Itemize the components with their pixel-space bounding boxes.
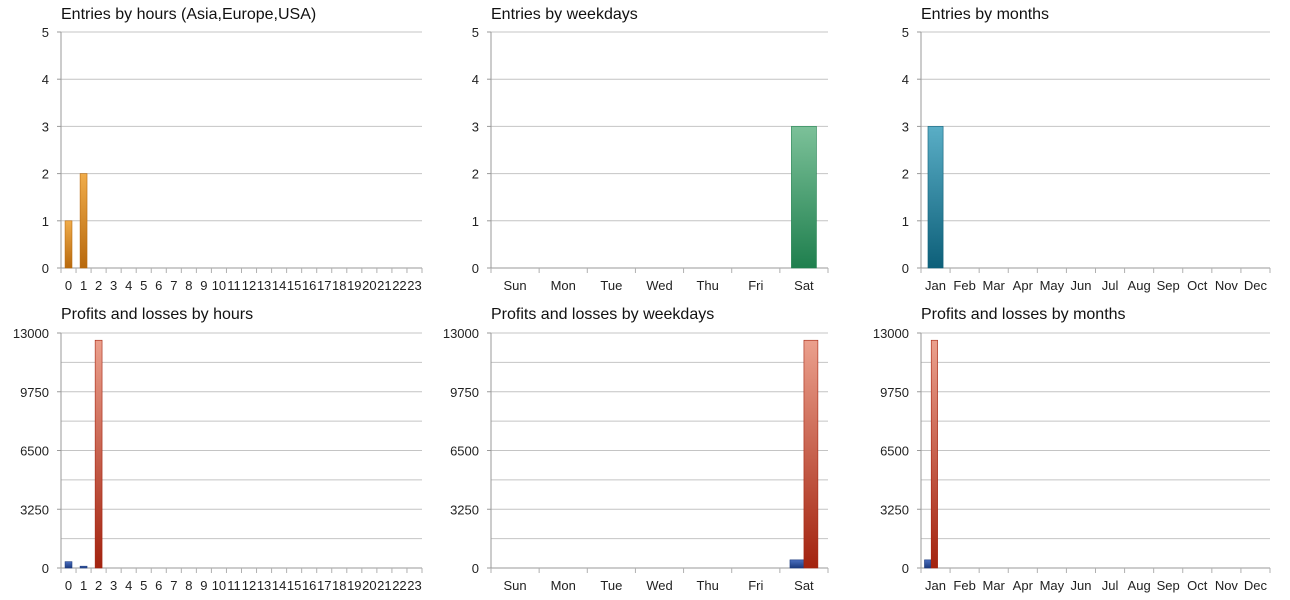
x-tick-label: Apr: [1013, 578, 1034, 593]
y-tick-label: 3250: [880, 502, 909, 517]
x-tick-label: Sep: [1157, 578, 1180, 593]
x-tick-label: May: [1040, 578, 1065, 593]
y-tick-label: 6500: [880, 444, 909, 459]
y-tick-label: 0: [902, 561, 909, 576]
x-tick-label: Jan: [925, 578, 946, 593]
y-tick-label: 13000: [873, 326, 909, 341]
x-tick-label: Oct: [1187, 578, 1208, 593]
x-tick-label: Aug: [1128, 578, 1151, 593]
x-tick-label: Nov: [1215, 578, 1239, 593]
y-tick-label: 9750: [880, 385, 909, 400]
bar: [924, 559, 932, 569]
x-tick-label: Dec: [1244, 578, 1268, 593]
x-tick-label: Jul: [1102, 578, 1119, 593]
bar: [930, 339, 938, 569]
x-tick-label: Mar: [983, 578, 1006, 593]
x-tick-label: Jun: [1070, 578, 1091, 593]
x-tick-label: Feb: [953, 578, 975, 593]
chart-svg: 0 3250 6500 9750 13000 Jan Feb Mar Apr May Jun Jul A…: [873, 326, 1271, 593]
